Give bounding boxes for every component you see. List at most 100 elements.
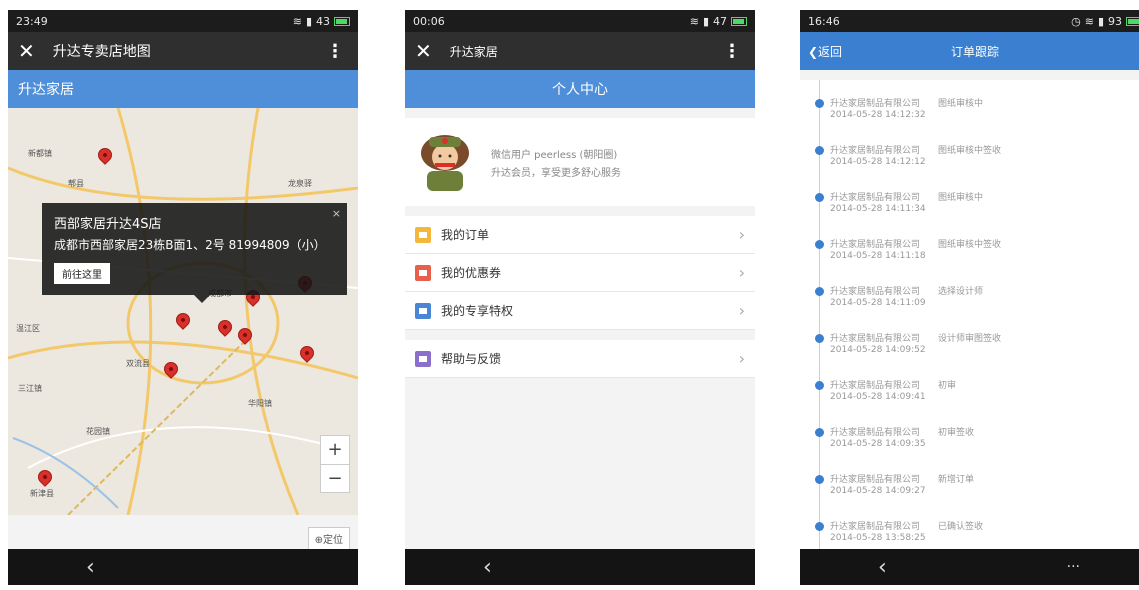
close-icon[interactable]: ✕ bbox=[18, 39, 35, 63]
locate-button[interactable]: ⊕定位 bbox=[307, 527, 350, 550]
event-time: 2014-05-28 13:58:25 bbox=[830, 533, 926, 543]
event-time: 2014-05-28 14:09:35 bbox=[830, 439, 926, 449]
menu-item-label: 我的订单 bbox=[441, 228, 490, 242]
timeline-item: 升达家居制品有限公司 2014-05-28 14:11:18 图纸审核中签收 bbox=[800, 229, 1139, 277]
store-popup: × 西部家居升达4S店 成都市西部家居23栋B面1、2号 81994809（小）… bbox=[42, 203, 347, 303]
store-map[interactable]: 新都镇 双流县 温江区 成都市 郫县 龙泉驿 华阳镇 新津县 三江镇 花园镇 ×… bbox=[8, 108, 358, 515]
close-icon[interactable]: ✕ bbox=[415, 39, 432, 63]
event-company: 升达家居制品有限公司 bbox=[830, 334, 921, 344]
zoom-out-button[interactable]: − bbox=[321, 464, 349, 492]
chevron-right-icon: › bbox=[738, 225, 745, 244]
more-icon[interactable]: ··· bbox=[1067, 559, 1080, 575]
alarm-icon: ◷ bbox=[1071, 14, 1081, 28]
event-time: 2014-05-28 14:12:32 bbox=[830, 110, 926, 120]
menu-item-orders[interactable]: 我的订单 › bbox=[405, 216, 755, 254]
help-icon bbox=[415, 350, 431, 367]
tracking-header: ❮返回 订单跟踪 bbox=[800, 32, 1139, 70]
battery-icon bbox=[731, 16, 747, 26]
menu-item-help[interactable]: 帮助与反馈 › bbox=[405, 340, 755, 378]
zoom-in-button[interactable]: + bbox=[321, 436, 349, 464]
timeline-item: 升达家居制品有限公司 2014-05-28 14:09:27 新增订单 bbox=[800, 464, 1139, 512]
chevron-right-icon: › bbox=[738, 349, 745, 368]
timeline-item: 升达家居制品有限公司 2014-05-28 14:09:35 初审签收 bbox=[800, 417, 1139, 465]
section-title: 个人中心 bbox=[552, 82, 608, 98]
event-time: 2014-05-28 14:09:52 bbox=[830, 345, 926, 355]
timeline-dot bbox=[815, 428, 824, 437]
event-company: 升达家居制品有限公司 bbox=[830, 287, 921, 297]
back-button[interactable]: ❮返回 bbox=[808, 43, 842, 60]
personal-center-screen: 00:06 ≋ ▮ 47 ✕ 升达家居 ⋮ 个人中心 微信用户 peerless (… bbox=[405, 10, 755, 585]
timeline-dot bbox=[815, 240, 824, 249]
bottom-bar: ‹ bbox=[8, 549, 358, 585]
event-company: 升达家居制品有限公司 bbox=[830, 240, 921, 250]
wechat-navbar: ✕ 升达专卖店地图 ⋮ bbox=[8, 32, 358, 70]
wifi-icon: ≋ bbox=[292, 14, 302, 28]
wechat-navbar: ✕ 升达家居 ⋮ bbox=[405, 32, 755, 70]
back-icon[interactable]: ‹ bbox=[483, 555, 492, 580]
brand-bar: 升达家居 bbox=[8, 70, 358, 108]
back-icon[interactable]: ‹ bbox=[878, 555, 887, 580]
status-bar: 23:49 ≋ ▮ 43 bbox=[8, 10, 358, 32]
event-company: 升达家居制品有限公司 bbox=[830, 522, 921, 532]
order-timeline: 升达家居制品有限公司 2014-05-28 14:12:32 图纸审核中升达家居制品… bbox=[800, 80, 1139, 549]
timeline-item: 升达家居制品有限公司 2014-05-28 14:11:34 图纸审核中 bbox=[800, 182, 1139, 230]
close-icon[interactable]: × bbox=[332, 207, 341, 220]
event-status: 新增订单 bbox=[938, 475, 975, 485]
timeline-dot bbox=[815, 193, 824, 202]
event-status: 初审 bbox=[938, 381, 957, 391]
wifi-icon: ≋ bbox=[1084, 14, 1094, 28]
battery-icon bbox=[334, 16, 350, 26]
battery-icon bbox=[1126, 16, 1139, 26]
status-bar: 00:06 ≋ ▮ 47 bbox=[405, 10, 755, 32]
store-name: 西部家居升达4S店 bbox=[54, 217, 162, 232]
timeline-dot bbox=[815, 522, 824, 531]
map-label: 双流县 bbox=[126, 359, 150, 368]
signal-icon: ▮ bbox=[305, 14, 312, 28]
page-title: 升达专卖店地图 bbox=[52, 44, 151, 60]
menu-item-label: 我的专享特权 bbox=[441, 304, 514, 318]
map-label: 花园镇 bbox=[86, 427, 110, 436]
map-roads bbox=[8, 108, 358, 515]
map-label: 新都镇 bbox=[28, 149, 52, 158]
chevron-right-icon: › bbox=[738, 301, 745, 320]
event-time: 2014-05-28 14:11:34 bbox=[830, 204, 926, 214]
menu-item-coupons[interactable]: 我的优惠券 › bbox=[405, 254, 755, 292]
timeline-dot bbox=[815, 99, 824, 108]
timeline-item: 升达家居制品有限公司 2014-05-28 14:09:52 设计师审图签收 bbox=[800, 323, 1139, 371]
timeline-item: 升达家居制品有限公司 2014-05-28 14:12:32 图纸审核中 bbox=[800, 88, 1139, 136]
timeline-item: 升达家居制品有限公司 2014-05-28 14:11:09 选择设计师 bbox=[800, 276, 1139, 324]
menu-item-privileges[interactable]: 我的专享特权 › bbox=[405, 292, 755, 330]
navigate-button[interactable]: 前往这里 bbox=[54, 263, 110, 284]
back-icon[interactable]: ‹ bbox=[86, 555, 95, 580]
event-time: 2014-05-28 14:09:41 bbox=[830, 392, 926, 402]
more-vertical-icon[interactable]: ⋮ bbox=[719, 41, 745, 62]
wifi-icon: ≋ bbox=[689, 14, 699, 28]
event-time: 2014-05-28 14:11:09 bbox=[830, 298, 926, 308]
menu-item-label: 我的优惠券 bbox=[441, 266, 502, 280]
chevron-right-icon: › bbox=[738, 263, 745, 282]
event-status: 图纸审核中签收 bbox=[938, 240, 1002, 250]
status-time: 16:46 bbox=[808, 14, 840, 28]
timeline-dot bbox=[815, 475, 824, 484]
timeline-dot bbox=[815, 334, 824, 343]
status-time: 00:06 bbox=[413, 14, 445, 28]
store-address: 成都市西部家居23栋B面1、2号 81994809（小） bbox=[54, 238, 326, 252]
privilege-icon bbox=[415, 302, 431, 319]
event-status: 设计师审图签收 bbox=[938, 334, 1002, 344]
order-tracking-screen: 16:46 ◷ ≋ ▮ 93 ❮返回 订单跟踪 升达家居制品有限公司 2014-05-2… bbox=[800, 10, 1139, 585]
bottom-bar: ‹ bbox=[405, 549, 755, 585]
battery-level: 47 bbox=[713, 14, 727, 28]
timeline-dot bbox=[815, 287, 824, 296]
map-label: 三江镇 bbox=[18, 384, 42, 393]
event-status: 图纸审核中 bbox=[938, 193, 984, 203]
zoom-control: + − bbox=[320, 435, 350, 493]
timeline-dot bbox=[815, 146, 824, 155]
event-status: 初审签收 bbox=[938, 428, 975, 438]
more-vertical-icon[interactable]: ⋮ bbox=[322, 41, 348, 62]
avatar-illustration bbox=[421, 135, 469, 191]
order-icon bbox=[415, 226, 431, 243]
profile-card[interactable]: 微信用户 peerless (朝阳圈) 升达会员，享受更多舒心服务 bbox=[405, 118, 755, 206]
event-time: 2014-05-28 14:11:18 bbox=[830, 251, 926, 261]
event-status: 图纸审核中 bbox=[938, 99, 984, 109]
event-company: 升达家居制品有限公司 bbox=[830, 381, 921, 391]
